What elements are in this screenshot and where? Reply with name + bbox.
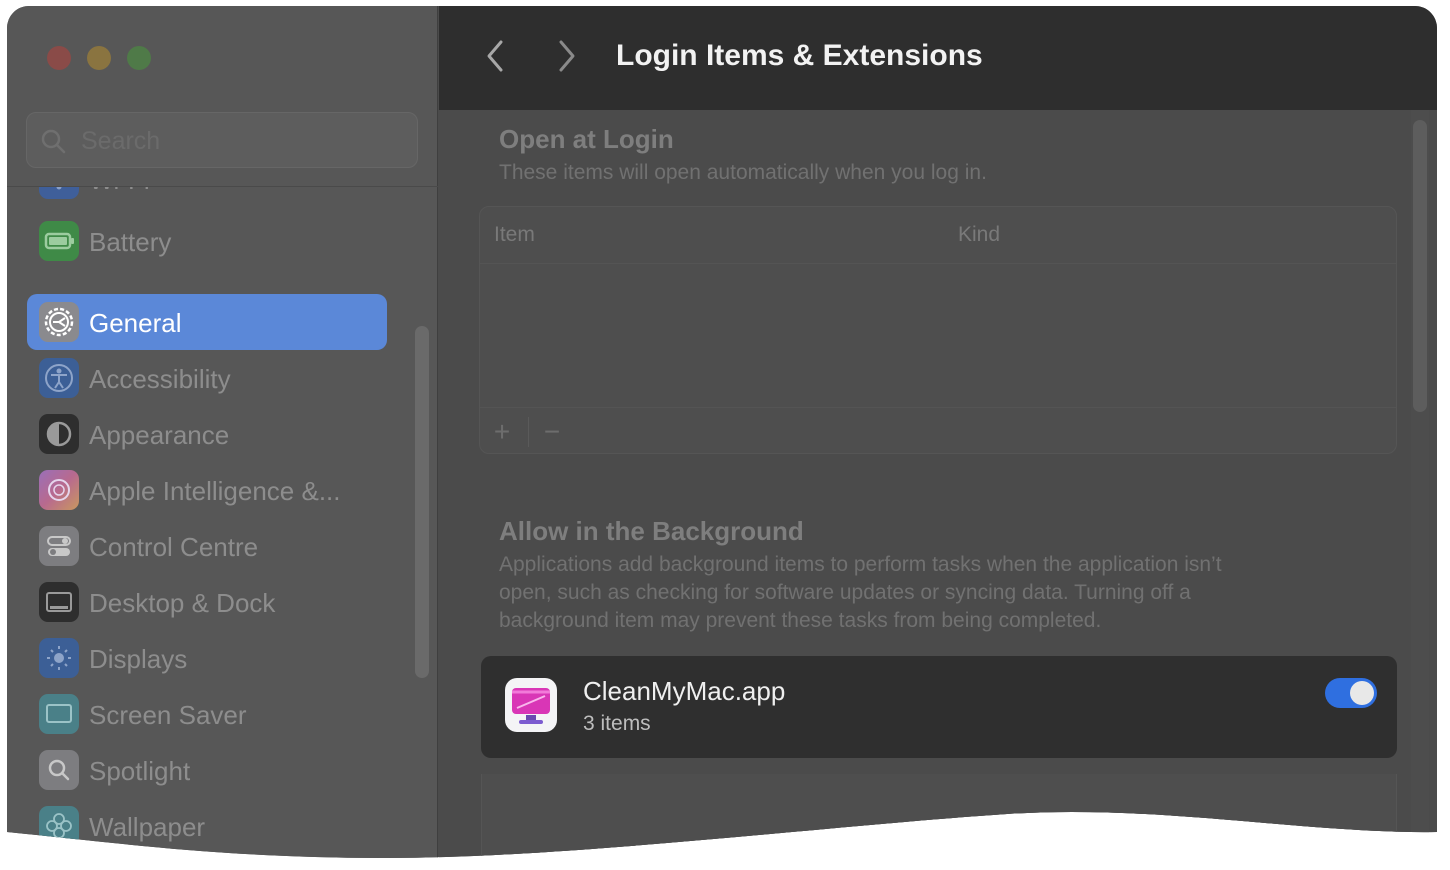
sidebar-scrollbar[interactable] [415,326,429,678]
sidebar-item-control-centre[interactable]: Control Centre [27,518,387,574]
allow-background-title: Allow in the Background [499,516,804,546]
allow-background-description-line-2: open, such as checking for software upda… [499,581,1191,604]
appearance-icon [39,414,79,454]
sidebar-item-label: Screen Saver [89,700,247,730]
button-separator [528,417,529,447]
sidebar-item-desktop-dock[interactable]: Desktop & Dock [27,574,387,630]
sidebar-item-wallpaper[interactable]: Wallpaper [27,798,387,854]
main-content: Open at Login These items will open auto… [439,110,1437,866]
background-items-list [481,774,1397,866]
main-scrollbar[interactable] [1413,120,1427,412]
search-field[interactable]: Search [26,112,418,168]
sidebar-item-displays[interactable]: Displays [27,630,387,686]
sidebar-item-accessibility[interactable]: Accessibility [27,350,387,406]
sidebar-item-appearance[interactable]: Appearance [27,406,387,462]
desktop-dock-icon [39,582,79,622]
sidebar-item-label: Desktop & Dock [89,588,276,618]
allow-background-description-line-1: Applications add background items to per… [499,553,1222,576]
search-placeholder: Search [81,127,161,155]
spotlight-icon [39,750,79,790]
wallpaper-icon [39,806,79,846]
search-icon [39,127,67,155]
column-header-item[interactable]: Item [494,223,535,247]
minimize-window-button[interactable] [87,46,111,70]
app-name: CleanMyMac.app [583,676,786,706]
sidebar-item-label: Appearance [89,420,230,450]
sidebar-item-label: Accessibility [89,364,231,394]
accessibility-icon [39,358,79,398]
cleanmymac-icon [505,678,557,732]
toolbar: Login Items & Extensions [439,6,1437,110]
displays-icon [39,638,79,678]
sidebar-item-general[interactable]: General [27,294,387,350]
screen-saver-icon [39,694,79,734]
chevron-left-icon [477,36,513,76]
apple-intelligence-icon [39,470,79,510]
sidebar-item-screen-saver[interactable]: Screen Saver [27,686,387,742]
toggle-knob [1350,681,1374,705]
app-item-count: 3 items [583,712,651,735]
login-items-table[interactable]: Item Kind + − [479,206,1397,454]
sidebar-item-label: Displays [89,644,188,674]
sidebar: Search Wi-Fi Battery General [7,6,438,866]
forward-button[interactable] [549,36,585,76]
column-header-kind[interactable]: Kind [958,223,1000,247]
control-centre-icon [39,526,79,566]
sidebar-item-label: Battery [89,227,172,257]
sidebar-item-wifi[interactable]: Wi-Fi [27,187,387,207]
open-at-login-title: Open at Login [499,124,674,154]
wifi-icon [39,187,79,199]
back-button[interactable] [477,36,513,76]
table-footer-divider [480,407,1396,408]
allow-background-toggle[interactable] [1325,678,1377,708]
sidebar-item-apple-intelligence[interactable]: Apple Intelligence &... [27,462,387,518]
close-window-button[interactable] [47,46,71,70]
sidebar-list: Wi-Fi Battery General Accessibility [7,187,438,866]
gear-icon [39,302,79,342]
sidebar-item-label: Wi-Fi [89,187,150,196]
add-login-item-button[interactable]: + [484,415,520,449]
sidebar-item-label: Wallpaper [89,812,206,842]
sidebar-item-battery[interactable]: Battery [27,213,387,269]
page-title: Login Items & Extensions [616,39,983,72]
sidebar-item-label: Apple Intelligence &... [89,476,341,506]
remove-login-item-button[interactable]: − [534,415,570,449]
chevron-right-icon [549,36,585,76]
battery-icon [39,221,79,261]
open-at-login-description: These items will open automatically when… [499,161,987,184]
sidebar-item-label: Control Centre [89,532,259,562]
allow-background-description-line-3: background item may prevent these tasks … [499,609,1102,632]
background-item-row[interactable]: CleanMyMac.app 3 items [481,656,1397,758]
sidebar-item-spotlight[interactable]: Spotlight [27,742,387,798]
sidebar-item-label: Spotlight [89,756,191,786]
sidebar-item-label: General [89,308,182,338]
zoom-window-button[interactable] [127,46,151,70]
table-header-divider [480,263,1396,264]
settings-window: Search Wi-Fi Battery General [7,6,1437,866]
